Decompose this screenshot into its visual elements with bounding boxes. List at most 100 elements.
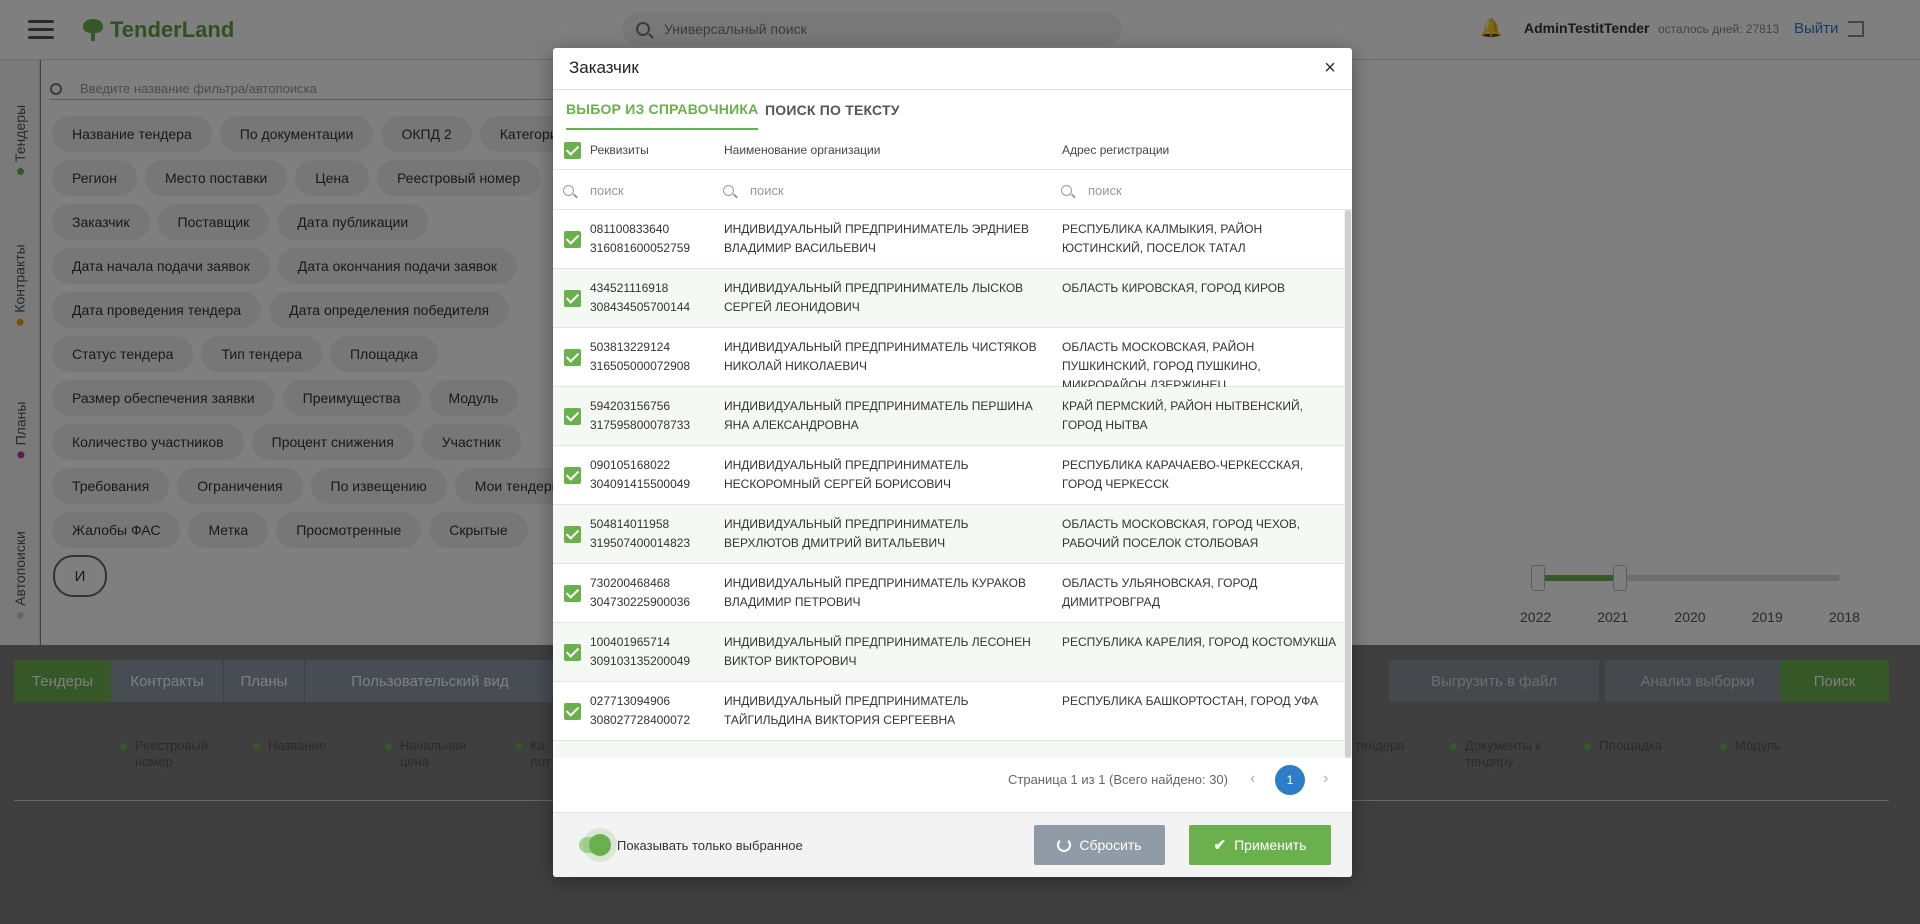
table-row[interactable]: 100401965714 309103135200049 ИНДИВИДУАЛЬНЫ… — [553, 623, 1345, 682]
pagination: Страница 1 из 1 (Всего найдено: 30) ‹ 1 … — [553, 758, 1352, 802]
org-name-cell: ИНДИВИДУАЛЬНЫЙ ПРЕДПРИНИМАТЕЛЬ ЧИСТЯКОВ … — [724, 340, 1037, 373]
requisites-cell: 081100833640 316081600052759 — [590, 220, 710, 258]
requisites-cell: 090105168022 304091415500049 — [590, 456, 710, 494]
row-checkbox[interactable] — [564, 408, 581, 425]
address-cell: РЕСПУБЛИКА КАРЕЛИЯ, ГОРОД КОСТОМУКША — [1062, 635, 1337, 649]
toggle-label: Показывать только выбранное — [617, 838, 803, 853]
modal-tabs: ВЫБОР ИЗ СПРАВОЧНИКА ПОИСК ПО ТЕКСТУ — [553, 90, 1352, 130]
org-name-cell: ИНДИВИДУАЛЬНЫЙ ПРЕДПРИНИМАТЕЛЬ НЕСКОРОМН… — [724, 458, 969, 491]
ogrn: 304730225900036 — [590, 595, 691, 609]
search-req-input[interactable]: поиск — [563, 170, 713, 210]
modal-footer: Показывать только выбранное Сбросить ✔ П… — [553, 812, 1352, 877]
search-placeholder: поиск — [1088, 182, 1122, 198]
requisites-cell: 730200468468 304730225900036 — [590, 574, 710, 612]
search-org-input[interactable]: поиск — [723, 170, 1043, 210]
inn: 594203156756 — [590, 399, 671, 413]
refresh-icon — [1057, 838, 1072, 852]
requisites-cell: 027713094906 308027728400072 — [590, 692, 710, 730]
row-checkbox[interactable] — [564, 526, 581, 543]
select-all-checkbox[interactable] — [564, 142, 581, 159]
search-placeholder: поиск — [750, 182, 784, 198]
ogrn: 309103135200049 — [590, 654, 691, 668]
address-cell: ОБЛАСТЬ УЛЬЯНОВСКАЯ, ГОРОД ДИМИТРОВГРАД — [1062, 576, 1258, 609]
org-name-cell: ИНДИВИДУАЛЬНЫЙ ПРЕДПРИНИМАТЕЛЬ ЛЫСКОВ СЕ… — [724, 281, 1024, 314]
address-cell: РЕСПУБЛИКА БАШКОРТОСТАН, ГОРОД УФА — [1062, 694, 1319, 708]
ogrn: 317595800078733 — [590, 418, 691, 432]
ogrn: 316081600052759 — [590, 241, 691, 255]
org-name-cell: ИНДИВИДУАЛЬНЫЙ ПРЕДПРИНИМАТЕЛЬ ВЕРХЛЮТОВ… — [724, 517, 969, 550]
inn: 503813229124 — [590, 340, 671, 354]
apply-button[interactable]: ✔ Применить — [1189, 825, 1331, 865]
toggle-knob — [589, 834, 611, 856]
ogrn: 316505000072908 — [590, 359, 691, 373]
reset-button[interactable]: Сбросить — [1034, 825, 1165, 865]
table-row[interactable] — [553, 741, 1345, 758]
row-checkbox[interactable] — [564, 644, 581, 661]
table-row[interactable]: 594203156756 317595800078733 ИНДИВИДУАЛЬНЫ… — [553, 387, 1345, 446]
tab-text-search[interactable]: ПОИСК ПО ТЕКСТУ — [765, 90, 900, 130]
inn: 027713094906 — [590, 694, 671, 708]
inn: 434521116918 — [590, 281, 669, 295]
table-row[interactable]: 730200468468 304730225900036 ИНДИВИДУАЛЬНЫ… — [553, 564, 1345, 623]
table-body: 081100833640 316081600052759 ИНДИВИДУАЛЬНЫ… — [553, 210, 1352, 758]
search-icon — [563, 184, 574, 196]
header-req[interactable]: Реквизиты — [590, 143, 649, 157]
table-row[interactable]: 090105168022 304091415500049 ИНДИВИДУАЛЬНЫ… — [553, 446, 1345, 505]
table-row[interactable]: 027713094906 308027728400072 ИНДИВИДУАЛЬНЫ… — [553, 682, 1345, 741]
chevron-right-icon[interactable]: › — [1323, 770, 1328, 788]
org-name-cell: ИНДИВИДУАЛЬНЫЙ ПРЕДПРИНИМАТЕЛЬ ЭРДНИЕВ В… — [724, 222, 1030, 255]
requisites-cell: 100401965714 309103135200049 — [590, 633, 710, 671]
chevron-left-icon[interactable]: ‹ — [1250, 770, 1255, 788]
inn: 081100833640 — [590, 222, 670, 236]
ogrn: 304091415500049 — [590, 477, 691, 491]
row-checkbox[interactable] — [564, 231, 581, 248]
page-button-current[interactable]: 1 — [1275, 765, 1305, 795]
search-placeholder: поиск — [590, 182, 624, 198]
show-selected-toggle[interactable] — [579, 834, 611, 856]
row-checkbox[interactable] — [564, 703, 581, 720]
address-cell: РЕСПУБЛИКА КАРАЧАЕВО-ЧЕРКЕССКАЯ, ГОРОД Ч… — [1062, 458, 1304, 491]
requisites-cell: 503813229124 316505000072908 — [590, 338, 710, 376]
row-checkbox[interactable] — [564, 349, 581, 366]
search-icon — [1061, 184, 1072, 196]
table-row[interactable]: 434521116918 308434505700144 ИНДИВИДУАЛЬНЫ… — [553, 269, 1345, 328]
scrollbar-thumb[interactable] — [1345, 210, 1351, 758]
inn: 100401965714 — [590, 635, 671, 649]
reset-label: Сбросить — [1079, 837, 1142, 853]
address-cell: ОБЛАСТЬ КИРОВСКАЯ, ГОРОД КИРОВ — [1062, 281, 1286, 295]
double-check-icon: ✔ — [1213, 837, 1227, 854]
requisites-cell: 504814011958 319507400014823 — [590, 515, 710, 553]
header-org[interactable]: Наименование организации — [724, 143, 880, 157]
modal-header: Заказчик × — [553, 48, 1352, 90]
ogrn: 308434505700144 — [590, 300, 691, 314]
row-checkbox[interactable] — [564, 585, 581, 602]
inn: 090105168022 — [590, 458, 671, 472]
table-row[interactable]: 503813229124 316505000072908 ИНДИВИДУАЛЬНЫ… — [553, 328, 1345, 392]
requisites-cell: 594203156756 317595800078733 — [590, 397, 710, 435]
table-row[interactable]: 081100833640 316081600052759 ИНДИВИДУАЛЬНЫ… — [553, 210, 1345, 269]
close-icon[interactable]: × — [1320, 58, 1340, 78]
org-name-cell: ИНДИВИДУАЛЬНЫЙ ПРЕДПРИНИМАТЕЛЬ КУРАКОВ В… — [724, 576, 1026, 609]
inn: 504814011958 — [590, 517, 670, 531]
customer-modal: Заказчик × ВЫБОР ИЗ СПРАВОЧНИКА ПОИСК ПО… — [553, 48, 1352, 877]
table-header: Реквизиты Наименование организации Адрес… — [553, 130, 1352, 170]
modal-title: Заказчик — [569, 58, 639, 77]
requisites-cell: 434521116918 308434505700144 — [590, 279, 710, 317]
row-checkbox[interactable] — [564, 290, 581, 307]
table-search-row: поиск поиск поиск — [553, 170, 1352, 210]
page-info: Страница 1 из 1 (Всего найдено: 30) — [1008, 772, 1228, 787]
search-addr-input[interactable]: поиск — [1061, 170, 1341, 210]
row-checkbox[interactable] — [564, 467, 581, 484]
org-name-cell: ИНДИВИДУАЛЬНЫЙ ПРЕДПРИНИМАТЕЛЬ ПЕРШИНА Я… — [724, 399, 1033, 432]
org-name-cell: ИНДИВИДУАЛЬНЫЙ ПРЕДПРИНИМАТЕЛЬ ЛЕСОНЕН В… — [724, 635, 1031, 668]
org-name-cell: ИНДИВИДУАЛЬНЫЙ ПРЕДПРИНИМАТЕЛЬ ТАЙГИЛЬДИ… — [724, 694, 969, 727]
apply-label: Применить — [1234, 837, 1307, 853]
scrollbar[interactable] — [1344, 210, 1352, 758]
header-addr[interactable]: Адрес регистрации — [1062, 143, 1169, 157]
tab-directory[interactable]: ВЫБОР ИЗ СПРАВОЧНИКА — [566, 90, 759, 130]
table-row[interactable]: 504814011958 319507400014823 ИНДИВИДУАЛЬНЫ… — [553, 505, 1345, 564]
inn: 730200468468 — [590, 576, 671, 590]
ogrn: 308027728400072 — [590, 713, 691, 727]
address-cell: ОБЛАСТЬ МОСКОВСКАЯ, ГОРОД ЧЕХОВ, РАБОЧИЙ… — [1062, 517, 1301, 550]
search-icon — [723, 184, 734, 196]
